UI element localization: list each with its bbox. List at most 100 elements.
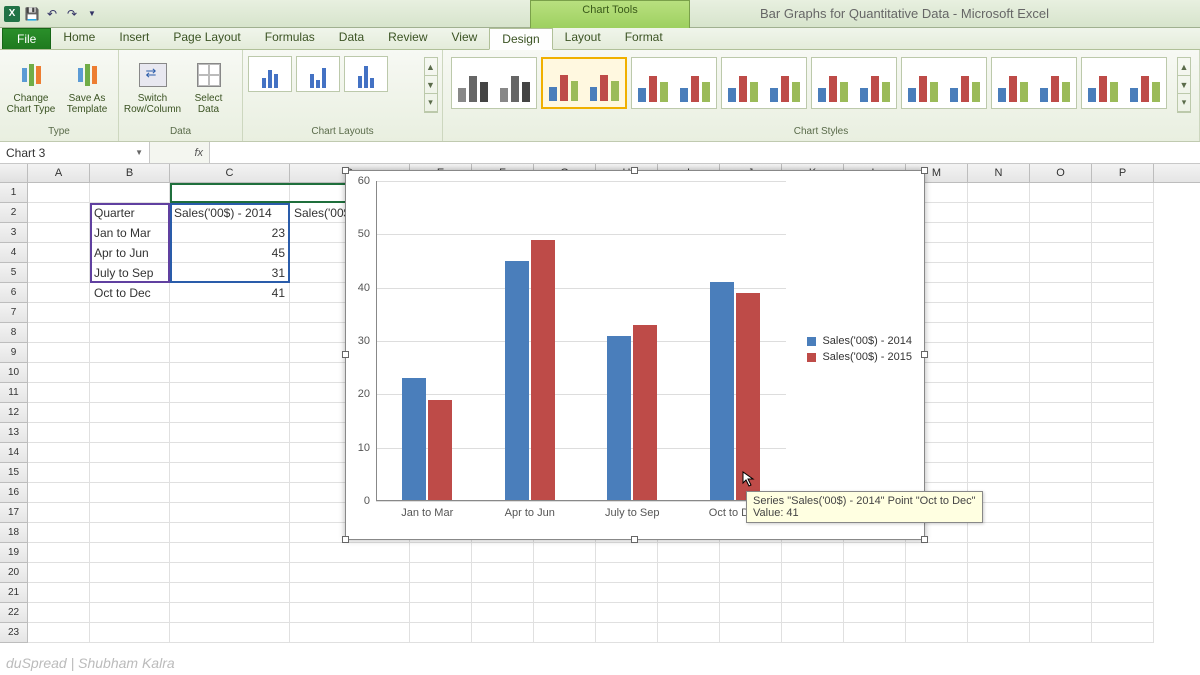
cell[interactable]	[90, 543, 170, 563]
tab-format[interactable]: Format	[613, 27, 675, 49]
cell[interactable]	[534, 543, 596, 563]
row-header[interactable]: 12	[0, 403, 28, 423]
row-header[interactable]: 4	[0, 243, 28, 263]
cell[interactable]	[90, 483, 170, 503]
cell[interactable]	[170, 523, 290, 543]
cell[interactable]	[968, 383, 1030, 403]
cell[interactable]	[90, 443, 170, 463]
cell[interactable]	[290, 543, 410, 563]
cell[interactable]	[968, 183, 1030, 203]
cell[interactable]	[170, 623, 290, 643]
cell[interactable]	[844, 623, 906, 643]
cell[interactable]	[1030, 283, 1092, 303]
cell[interactable]	[170, 423, 290, 443]
cell[interactable]	[170, 583, 290, 603]
cell[interactable]	[170, 403, 290, 423]
file-tab[interactable]: File	[2, 28, 51, 49]
cell[interactable]	[472, 583, 534, 603]
cell[interactable]	[472, 603, 534, 623]
cell[interactable]	[410, 543, 472, 563]
cell[interactable]	[782, 563, 844, 583]
cell[interactable]	[906, 563, 968, 583]
cell[interactable]	[906, 543, 968, 563]
chart-styles-gallery[interactable]	[449, 54, 1169, 112]
chart-legend[interactable]: Sales('00$) - 2014 Sales('00$) - 2015	[807, 331, 912, 367]
tab-layout[interactable]: Layout	[553, 27, 613, 49]
cell[interactable]	[782, 583, 844, 603]
chevron-up-icon[interactable]: ▲	[1178, 58, 1190, 76]
row-header[interactable]: 10	[0, 363, 28, 383]
cell[interactable]	[1030, 243, 1092, 263]
cell[interactable]	[1092, 323, 1154, 343]
cell[interactable]	[1092, 183, 1154, 203]
cell[interactable]	[290, 603, 410, 623]
cell[interactable]	[28, 443, 90, 463]
cell[interactable]	[90, 183, 170, 203]
cell[interactable]	[1092, 483, 1154, 503]
cell[interactable]	[28, 283, 90, 303]
column-header[interactable]: P	[1092, 164, 1154, 182]
cell[interactable]	[1092, 363, 1154, 383]
cell[interactable]	[968, 223, 1030, 243]
cell[interactable]	[90, 503, 170, 523]
cell[interactable]	[90, 303, 170, 323]
chart-style-thumb[interactable]	[541, 57, 627, 109]
redo-icon[interactable]: ↷	[64, 6, 80, 22]
cell[interactable]	[1030, 183, 1092, 203]
row-header[interactable]: 3	[0, 223, 28, 243]
cell[interactable]	[28, 583, 90, 603]
cell[interactable]: July to Sep	[90, 263, 170, 283]
undo-icon[interactable]: ↶	[44, 6, 60, 22]
chart-style-thumb[interactable]	[451, 57, 537, 109]
cell[interactable]	[720, 563, 782, 583]
cell[interactable]	[1030, 203, 1092, 223]
chart-bar[interactable]	[402, 378, 426, 501]
cell[interactable]	[28, 423, 90, 443]
cell[interactable]	[1092, 523, 1154, 543]
more-icon[interactable]: ▾	[1178, 94, 1190, 112]
cell[interactable]	[596, 603, 658, 623]
cell[interactable]: Quarter	[90, 203, 170, 223]
layout-thumb[interactable]	[296, 56, 340, 92]
cell[interactable]	[28, 303, 90, 323]
cell[interactable]: 23	[170, 223, 290, 243]
cell[interactable]	[844, 583, 906, 603]
tab-insert[interactable]: Insert	[107, 27, 161, 49]
cell[interactable]	[1030, 443, 1092, 463]
cell[interactable]	[968, 603, 1030, 623]
cell[interactable]	[968, 523, 1030, 543]
cell[interactable]	[90, 603, 170, 623]
cell[interactable]	[290, 563, 410, 583]
cell[interactable]	[1030, 563, 1092, 583]
chevron-down-icon[interactable]: ▼	[425, 76, 437, 94]
cell[interactable]	[906, 583, 968, 603]
row-header[interactable]: 16	[0, 483, 28, 503]
cell[interactable]	[720, 623, 782, 643]
tab-page-layout[interactable]: Page Layout	[161, 27, 252, 49]
cell[interactable]	[1030, 543, 1092, 563]
cell[interactable]	[170, 343, 290, 363]
cell[interactable]	[1030, 263, 1092, 283]
cell[interactable]	[534, 623, 596, 643]
cell[interactable]	[782, 623, 844, 643]
chevron-up-icon[interactable]: ▲	[425, 58, 437, 76]
cell[interactable]	[410, 563, 472, 583]
cell[interactable]	[1030, 463, 1092, 483]
tab-formulas[interactable]: Formulas	[253, 27, 327, 49]
cell[interactable]	[844, 543, 906, 563]
cell[interactable]	[968, 343, 1030, 363]
cell[interactable]: Sales('00$) - 2014	[170, 203, 290, 223]
cell[interactable]	[28, 543, 90, 563]
cell[interactable]	[968, 623, 1030, 643]
worksheet[interactable]: ABCDEFGHIJKLMNOP 12QuarterSales('00$) - …	[0, 164, 1200, 643]
cell[interactable]	[170, 543, 290, 563]
cell[interactable]	[1092, 563, 1154, 583]
cell[interactable]	[170, 463, 290, 483]
cell[interactable]	[28, 243, 90, 263]
chart-layouts-gallery[interactable]	[246, 54, 416, 94]
row-header[interactable]: 15	[0, 463, 28, 483]
cell[interactable]: Apr to Jun	[90, 243, 170, 263]
row-header[interactable]: 5	[0, 263, 28, 283]
cell[interactable]	[28, 483, 90, 503]
chart-style-thumb[interactable]	[901, 57, 987, 109]
